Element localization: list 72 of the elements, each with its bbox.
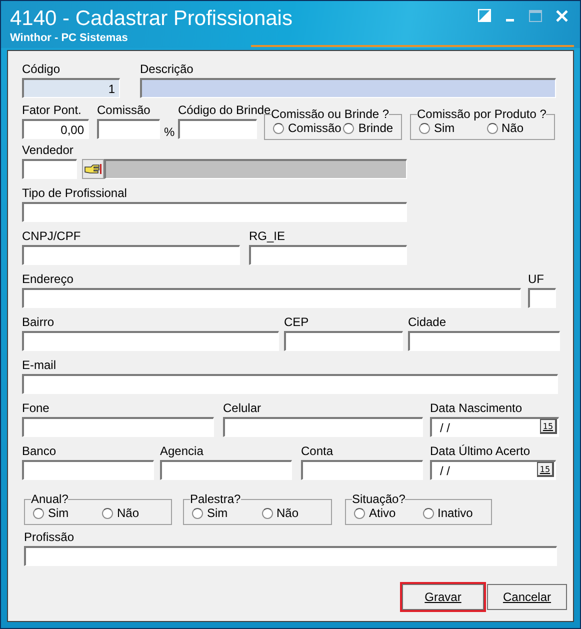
group-title: Comissão por Produto ? (417, 108, 546, 121)
field-label: Descrição (140, 62, 194, 76)
field-label: Endereço (22, 272, 74, 286)
field-label: Comissão (97, 103, 150, 117)
radio-option[interactable]: Ativo (354, 506, 420, 520)
field-label: E-mail (22, 358, 56, 372)
window-subtitle: Winthor - PC Sistemas (10, 32, 128, 45)
text-field[interactable] (22, 159, 77, 179)
field-label: Fone (22, 401, 50, 415)
group-title: Situação? (352, 493, 406, 506)
radio-option[interactable]: Sim (192, 506, 260, 520)
field-label: Celular (223, 401, 262, 415)
restore-icon[interactable] (478, 9, 491, 22)
text-field[interactable] (178, 119, 257, 139)
field-label: Data Último Acerto (430, 444, 530, 458)
field-label: Código (22, 62, 60, 76)
field-label: Data Nascimento (430, 401, 522, 415)
text-field[interactable]: 1 (22, 78, 120, 98)
group-title: Anual? (31, 493, 68, 506)
text-field[interactable] (140, 78, 556, 98)
field-label: Bairro (22, 315, 54, 329)
text-field[interactable] (22, 202, 407, 222)
group-title: Palestra? (190, 493, 241, 506)
field-label: Conta (301, 444, 334, 458)
radio-option[interactable]: Sim (33, 506, 100, 520)
text-field[interactable] (22, 245, 240, 265)
radio-option[interactable]: Não (102, 506, 140, 520)
calendar-button[interactable]: 15 (540, 419, 557, 434)
close-icon[interactable] (556, 10, 568, 22)
text-field[interactable] (284, 331, 403, 351)
text-field[interactable] (160, 460, 292, 480)
date-field[interactable]: / / 15 (430, 460, 556, 480)
field-label: Cidade (408, 315, 446, 329)
text-field[interactable] (22, 331, 279, 351)
group-title: Comissão ou Brinde ? (271, 108, 390, 121)
radio-option[interactable]: Brinde (343, 121, 394, 135)
field-label: RG_IE (249, 229, 286, 243)
text-field[interactable] (24, 546, 557, 566)
search-button[interactable] (82, 159, 104, 179)
text-field[interactable] (223, 417, 423, 437)
field-label: UF (528, 272, 544, 286)
radio-option[interactable]: Não (262, 506, 299, 520)
text-field[interactable] (97, 119, 160, 139)
text-field[interactable] (249, 245, 407, 265)
percent-sign: % (164, 125, 175, 139)
field-label: Banco (22, 444, 56, 458)
text-field[interactable] (408, 331, 560, 351)
text-field[interactable] (22, 374, 558, 394)
field-label: Código do Brinde (178, 103, 271, 117)
text-field[interactable] (22, 288, 521, 308)
field-label: Fator Pont. (22, 103, 82, 117)
field-label: Tipo de Profissional (22, 186, 127, 200)
radio-option[interactable]: Sim (419, 121, 484, 135)
calendar-button[interactable]: 15 (537, 462, 554, 477)
radio-option[interactable]: Inativo (422, 506, 473, 520)
window-title: 4140 - Cadastrar Profissionais (10, 7, 292, 31)
cancel-button[interactable]: Cancelar (487, 584, 567, 610)
text-field[interactable] (22, 417, 214, 437)
field-label: Profissão (24, 530, 74, 544)
radio-option[interactable]: Não (486, 121, 524, 135)
text-field[interactable] (22, 460, 154, 480)
field-label: CNPJ/CPF (22, 229, 81, 243)
field-label: Agencia (160, 444, 204, 458)
field-label: Vendedor (22, 143, 74, 157)
text-field[interactable]: 0,00 (22, 119, 89, 139)
field-label: CEP (284, 315, 309, 329)
radio-option[interactable]: Comissão (273, 121, 342, 135)
save-button[interactable]: Gravar (402, 584, 484, 610)
hand-icon (84, 163, 102, 175)
date-field[interactable]: / / 15 (430, 417, 559, 437)
text-field[interactable] (528, 288, 556, 308)
text-field[interactable] (301, 460, 423, 480)
